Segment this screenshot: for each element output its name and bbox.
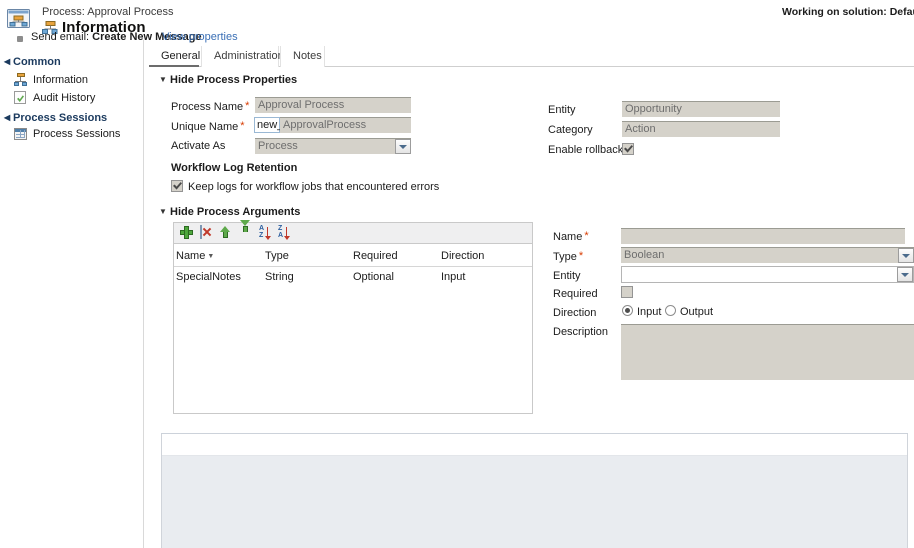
- step-action-label: Send email:: [31, 31, 90, 43]
- move-up-button[interactable]: [220, 226, 237, 242]
- cell-required: Optional: [353, 271, 394, 283]
- chevron-down-icon[interactable]: [898, 248, 914, 263]
- unique-name-prefix-input[interactable]: new_: [254, 117, 283, 133]
- column-header-direction[interactable]: Direction: [441, 250, 484, 262]
- enable-rollback-label: Enable rollback: [548, 144, 624, 156]
- argument-description-textarea[interactable]: [621, 324, 914, 380]
- tab-notes[interactable]: Notes: [280, 46, 325, 67]
- column-header-required[interactable]: Required: [353, 250, 398, 262]
- unique-name-label: Unique Name *: [171, 120, 245, 133]
- steps-list: [162, 456, 907, 548]
- nav-group-common[interactable]: ◀ Common: [4, 56, 61, 68]
- step-bullet-icon: [17, 36, 23, 42]
- required-star-icon: *: [578, 250, 584, 262]
- argument-type-label: Type *: [553, 250, 584, 263]
- sort-descending-button[interactable]: ZA: [278, 225, 295, 242]
- sidebar-item-information[interactable]: Information: [14, 73, 88, 87]
- hide-process-arguments-toggle[interactable]: ▼ Hide Process Arguments: [159, 206, 300, 218]
- chevron-down-icon[interactable]: [897, 267, 913, 282]
- argument-name-field[interactable]: [621, 228, 905, 244]
- nav-group-label: Process Sessions: [13, 112, 108, 124]
- activate-as-select[interactable]: Process: [255, 138, 411, 154]
- required-star-icon: *: [584, 230, 589, 242]
- unique-name-field[interactable]: ApprovalProcess: [280, 117, 411, 133]
- workflow-steps-panel: [161, 434, 908, 548]
- sidebar-item-audit-history[interactable]: Audit History: [14, 91, 95, 105]
- keep-logs-checkbox[interactable]: [171, 180, 183, 192]
- category-label: Category: [548, 124, 593, 136]
- sidebar-item-label: Process Sessions: [33, 128, 121, 140]
- nav-group-process-sessions[interactable]: ◀ Process Sessions: [4, 112, 107, 124]
- argument-direction-label: Direction: [553, 307, 597, 319]
- entity-label: Entity: [548, 104, 576, 116]
- audit-doc-icon: [14, 91, 31, 105]
- nav-group-label: Common: [13, 56, 61, 68]
- cell-direction: Input: [441, 271, 466, 283]
- argument-required-label: Required: [553, 288, 598, 300]
- steps-toolbar-strip: [162, 434, 907, 456]
- required-star-icon: *: [240, 120, 245, 132]
- section-label: Hide Process Arguments: [170, 206, 301, 218]
- sidebar-item-label: Audit History: [33, 92, 96, 104]
- collapse-triangle-icon: ▼: [159, 207, 167, 216]
- expand-triangle-icon: ◀: [4, 57, 11, 66]
- entity-field[interactable]: Opportunity: [622, 101, 780, 117]
- hide-process-properties-toggle[interactable]: ▼ Hide Process Properties: [159, 74, 297, 86]
- required-star-icon: *: [245, 100, 250, 112]
- process-name-label: Process Name *: [171, 100, 250, 113]
- chevron-down-icon[interactable]: [395, 139, 411, 154]
- sidebar-item-label: Information: [33, 74, 89, 86]
- sidebar-item-process-sessions[interactable]: Process Sessions: [14, 128, 120, 142]
- direction-output-radio[interactable]: [665, 305, 676, 316]
- page-breadcrumb: Process: Approval Process: [42, 6, 174, 18]
- sort-ascending-button[interactable]: AZ: [259, 225, 276, 242]
- sitemap-icon: [14, 73, 31, 87]
- activate-as-label: Activate As: [171, 140, 226, 152]
- section-label: Hide Process Properties: [170, 74, 298, 86]
- enable-rollback-checkbox[interactable]: [622, 143, 634, 155]
- category-field[interactable]: Action: [622, 121, 780, 137]
- tab-bar: General Administration Notes: [149, 46, 914, 67]
- tab-administration[interactable]: Administration: [201, 46, 284, 67]
- argument-description-label: Description: [553, 326, 609, 338]
- view-properties-link[interactable]: View properties: [162, 31, 238, 43]
- direction-input-label[interactable]: Input: [637, 306, 661, 318]
- tab-general[interactable]: General: [149, 46, 200, 67]
- workflow-log-retention-heading: Workflow Log Retention: [171, 162, 298, 174]
- argument-entity-select[interactable]: [621, 266, 914, 283]
- collapse-triangle-icon: ▼: [159, 75, 167, 84]
- argument-entity-label: Entity: [553, 270, 581, 282]
- cell-name: SpecialNotes: [176, 271, 241, 283]
- delete-document-icon: [200, 225, 212, 239]
- solution-status-label: Working on solution: Default So: [782, 6, 914, 18]
- direction-output-label[interactable]: Output: [680, 306, 713, 318]
- process-window-icon: [7, 8, 33, 32]
- column-header-type[interactable]: Type: [265, 250, 289, 262]
- direction-input-radio[interactable]: [622, 305, 633, 316]
- left-navigation: ◀ Common Information Audit History ◀ Proce…: [0, 40, 144, 548]
- argument-type-select[interactable]: Boolean: [621, 247, 914, 263]
- header-separator: [174, 266, 532, 267]
- sort-caret-icon: ▼: [207, 253, 215, 260]
- process-name-field[interactable]: Approval Process: [255, 97, 411, 113]
- keep-logs-label: Keep logs for workflow jobs that encount…: [188, 181, 440, 193]
- expand-triangle-icon: ◀: [4, 113, 11, 122]
- grid-icon: [14, 128, 31, 142]
- add-argument-button[interactable]: [180, 226, 197, 242]
- move-down-button[interactable]: [240, 220, 257, 242]
- argument-required-checkbox[interactable]: [621, 286, 633, 298]
- delete-argument-button[interactable]: [200, 225, 217, 242]
- cell-type: String: [265, 271, 294, 283]
- column-header-name[interactable]: Name ▼: [176, 250, 214, 262]
- app-window: Process: Approval Process Information Wo…: [0, 0, 914, 548]
- process-arguments-toolbar: AZ ZA: [173, 220, 533, 244]
- argument-name-label: Name *: [553, 230, 589, 243]
